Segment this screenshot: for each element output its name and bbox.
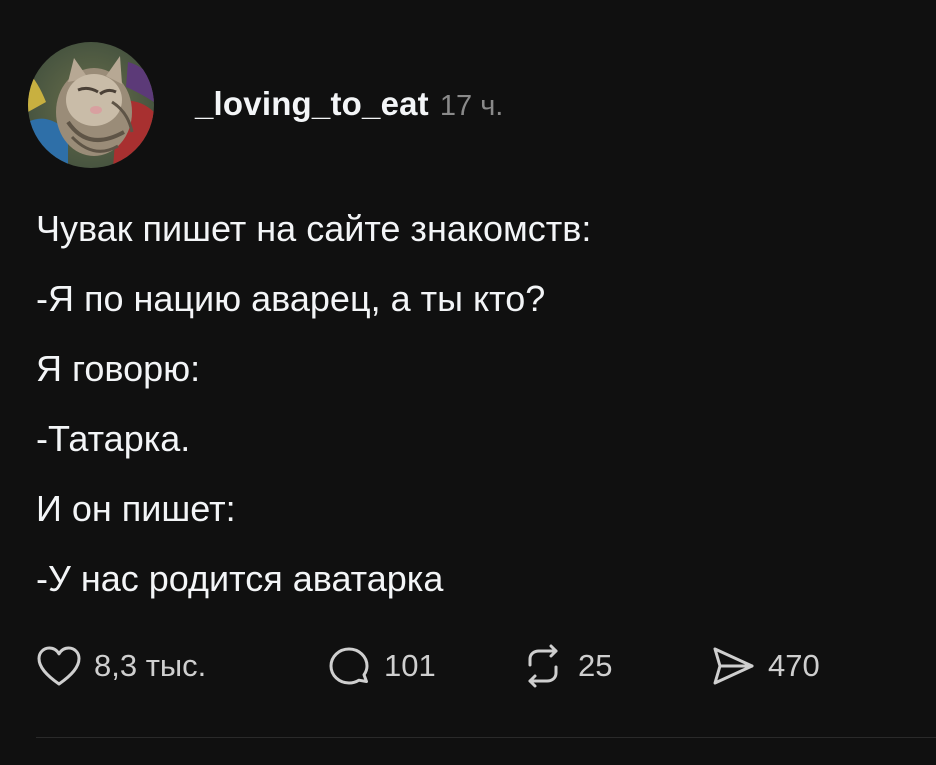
post-header: _loving_to_eat 17 ч. (28, 42, 503, 168)
like-button[interactable]: 8,3 тыс. (36, 640, 206, 692)
repost-icon (520, 643, 566, 689)
post-text-line: И он пишет: (36, 488, 236, 529)
post-text-line: -Татарка. (36, 418, 191, 459)
comment-count: 101 (384, 648, 436, 683)
repost-count: 25 (578, 648, 613, 683)
heart-icon (36, 645, 82, 687)
post-divider (36, 737, 936, 738)
share-count: 470 (768, 648, 820, 683)
post-timestamp: 17 ч. (439, 89, 504, 122)
comment-icon (326, 643, 372, 689)
post-text: Чувак пишет на сайте знакомств: -Я по на… (36, 211, 896, 631)
post-text-line: -У нас родится аватарка (36, 558, 444, 599)
repost-button[interactable]: 25 (520, 640, 612, 692)
like-count: 8,3 тыс. (94, 648, 207, 683)
avatar[interactable] (28, 42, 154, 168)
post-actions: 8,3 тыс. 101 25 470 (36, 640, 896, 692)
post-meta: _loving_to_eat 17 ч. (195, 85, 503, 123)
comment-button[interactable]: 101 (326, 640, 436, 692)
post-text-line: Я говорю: (36, 348, 201, 389)
send-icon (710, 643, 756, 689)
post-text-line: -Я по нацию аварец, а ты кто? (36, 278, 546, 319)
thread-post: _loving_to_eat 17 ч. Чувак пишет на сайт… (0, 0, 936, 765)
post-text-line: Чувак пишет на сайте знакомств: (36, 208, 592, 249)
share-button[interactable]: 470 (710, 640, 820, 692)
username-link[interactable]: _loving_to_eat (195, 85, 429, 123)
cat-photo-avatar-image (28, 42, 154, 168)
